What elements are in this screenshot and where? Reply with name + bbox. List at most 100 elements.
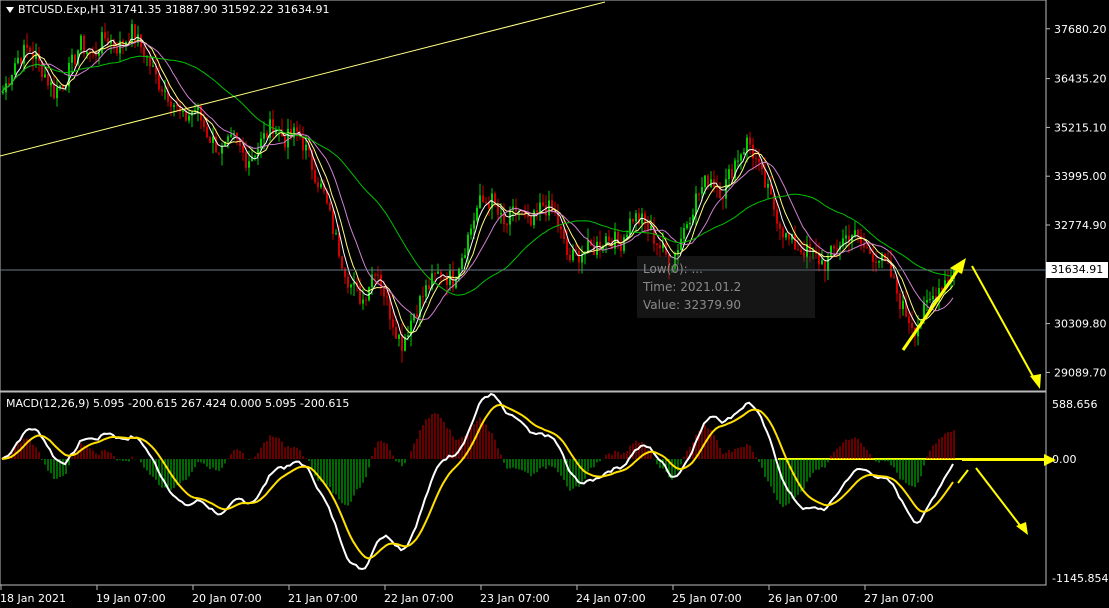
- current-price-tag: 31634.91: [1046, 262, 1108, 278]
- candle-body: [857, 230, 859, 236]
- candle-body: [26, 44, 28, 48]
- candle-body: [374, 274, 376, 276]
- candle-body: [779, 223, 781, 229]
- candle-body: [560, 226, 562, 230]
- candle-body: [422, 296, 424, 298]
- symbol-line: BTCUSD.Exp,H1 31741.35 31887.90 31592.22…: [18, 3, 330, 16]
- collapse-triangle-icon[interactable]: [6, 7, 14, 13]
- candle-body: [548, 200, 550, 216]
- candle-body: [482, 195, 484, 203]
- candle-body: [797, 249, 799, 251]
- candle-body: [362, 299, 364, 304]
- down-arrow-price: [971, 265, 1037, 383]
- candle-body: [908, 316, 910, 324]
- candle-body: [98, 53, 100, 56]
- candle-body: [587, 240, 589, 252]
- candle-body: [542, 202, 544, 206]
- candle-body: [71, 54, 73, 63]
- candle-body: [74, 54, 76, 65]
- candle-body: [416, 314, 418, 317]
- data-tooltip: Low(0): ... Time: 2021.01.2 Value: 32379…: [637, 256, 815, 318]
- candle-body: [14, 63, 16, 75]
- candle-body: [656, 243, 658, 245]
- candle-body: [401, 334, 403, 351]
- candle-body: [305, 144, 307, 151]
- candle-body: [686, 224, 688, 229]
- time-tick-label: 27 Jan 07:00: [864, 592, 934, 605]
- candle-body: [599, 241, 601, 250]
- candle-body: [539, 202, 541, 213]
- candle-body: [104, 32, 106, 39]
- up-arrow-price-head: [950, 258, 966, 274]
- macd-main-line: [1, 392, 954, 571]
- candle-body: [86, 52, 88, 54]
- candle-body: [44, 74, 46, 78]
- candle-body: [911, 323, 913, 328]
- candle-body: [188, 115, 190, 121]
- candle-body: [827, 255, 829, 272]
- candle-body: [47, 74, 49, 86]
- candle-body: [506, 224, 508, 226]
- candle-body: [347, 276, 349, 288]
- candle-body: [29, 47, 31, 52]
- price-tick-label: 37680.20: [1054, 23, 1107, 36]
- candle-body: [470, 228, 472, 235]
- candle-body: [425, 285, 427, 297]
- candle-body: [566, 239, 568, 255]
- time-axis: 18 Jan 2021 19 Jan 07:00 20 Jan 07:00 21 Ja…: [0, 585, 934, 605]
- candle-body: [488, 203, 490, 209]
- candle-body: [443, 277, 445, 279]
- candle-body: [227, 136, 229, 142]
- macd-tick-label: -1145.854: [1052, 572, 1108, 585]
- candle-body: [800, 249, 802, 253]
- candle-body: [230, 134, 232, 137]
- macd-panel-frame: [0, 391, 1047, 586]
- candle-body: [164, 90, 166, 92]
- candle-body: [743, 152, 745, 155]
- candle-body: [158, 74, 160, 90]
- candle-body: [248, 161, 250, 168]
- candle-body: [20, 57, 22, 64]
- macd-header: MACD(12,26,9) 5.095 -200.615 267.424 0.0…: [6, 397, 350, 410]
- candle-body: [629, 218, 631, 235]
- price-axis: 37680.20 36435.20 35215.10 33995.00 32774.90…: [1046, 23, 1107, 379]
- chart-canvas[interactable]: 37680.20 36435.20 35215.10 33995.00 32774.90…: [0, 0, 1109, 608]
- tooltip-line-2: Time: 2021.01.2: [643, 280, 742, 294]
- candle-body: [218, 152, 220, 154]
- candle-body: [737, 160, 739, 162]
- candle-body: [521, 211, 523, 213]
- candle-body: [740, 154, 742, 161]
- candle-body: [461, 258, 463, 269]
- candle-body: [221, 146, 223, 154]
- candle-body: [536, 210, 538, 213]
- candle-body: [836, 248, 838, 250]
- candle-body: [899, 293, 901, 310]
- candle-body: [341, 256, 343, 269]
- candle-body: [383, 287, 385, 297]
- candle-body: [758, 158, 760, 163]
- candle-body: [320, 183, 322, 188]
- candle-body: [689, 222, 691, 225]
- candle-body: [695, 193, 697, 215]
- candle-body: [794, 233, 796, 250]
- candle-body: [866, 247, 868, 249]
- candle-body: [59, 85, 61, 88]
- candle-body: [824, 260, 826, 272]
- time-tick-label: 23 Jan 07:00: [480, 592, 550, 605]
- candle-body: [926, 300, 928, 303]
- candle-body: [131, 24, 133, 44]
- macd-histogram: [5, 413, 955, 507]
- candle-body: [626, 234, 628, 238]
- time-tick-label: 20 Jan 07:00: [192, 592, 262, 605]
- candle-body: [263, 133, 265, 139]
- time-tick-label: 25 Jan 07:00: [672, 592, 742, 605]
- candle-body: [683, 228, 685, 239]
- candle-body: [377, 274, 379, 276]
- candle-body: [335, 233, 337, 235]
- candle-body: [170, 101, 172, 107]
- candle-body: [872, 254, 874, 262]
- candle-body: [644, 213, 646, 222]
- macd-tick-label: 588.656: [1052, 398, 1098, 411]
- candle-body: [206, 127, 208, 138]
- candle-body: [563, 229, 565, 240]
